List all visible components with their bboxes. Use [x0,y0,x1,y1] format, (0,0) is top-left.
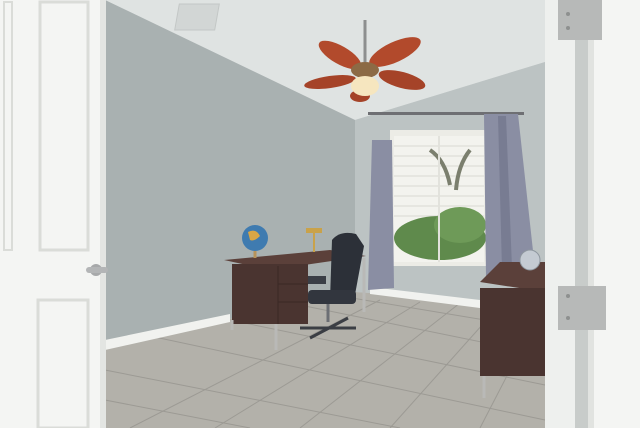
desk-lamp-shade [306,228,322,233]
right-door-edge [588,0,594,428]
door-handle [86,267,108,273]
curtain-left [368,140,394,290]
right-door-frame [545,0,577,428]
fan-light [351,76,379,96]
room-scene [0,0,640,428]
side-cabinet [480,288,545,376]
left-door [0,0,106,428]
office-chair-seat [308,290,356,304]
hinge-middle [558,286,606,330]
office-chair-arm [308,276,326,284]
desk-clock [519,249,541,271]
ceiling-vent [174,3,220,31]
desk-pedestal [232,264,308,324]
hinge-top [558,0,602,40]
fan-housing [351,62,379,78]
foliage-2 [434,207,486,243]
right-door [588,0,640,428]
right-door-jamb-shadow [575,0,589,428]
left-door-edge [100,0,106,428]
